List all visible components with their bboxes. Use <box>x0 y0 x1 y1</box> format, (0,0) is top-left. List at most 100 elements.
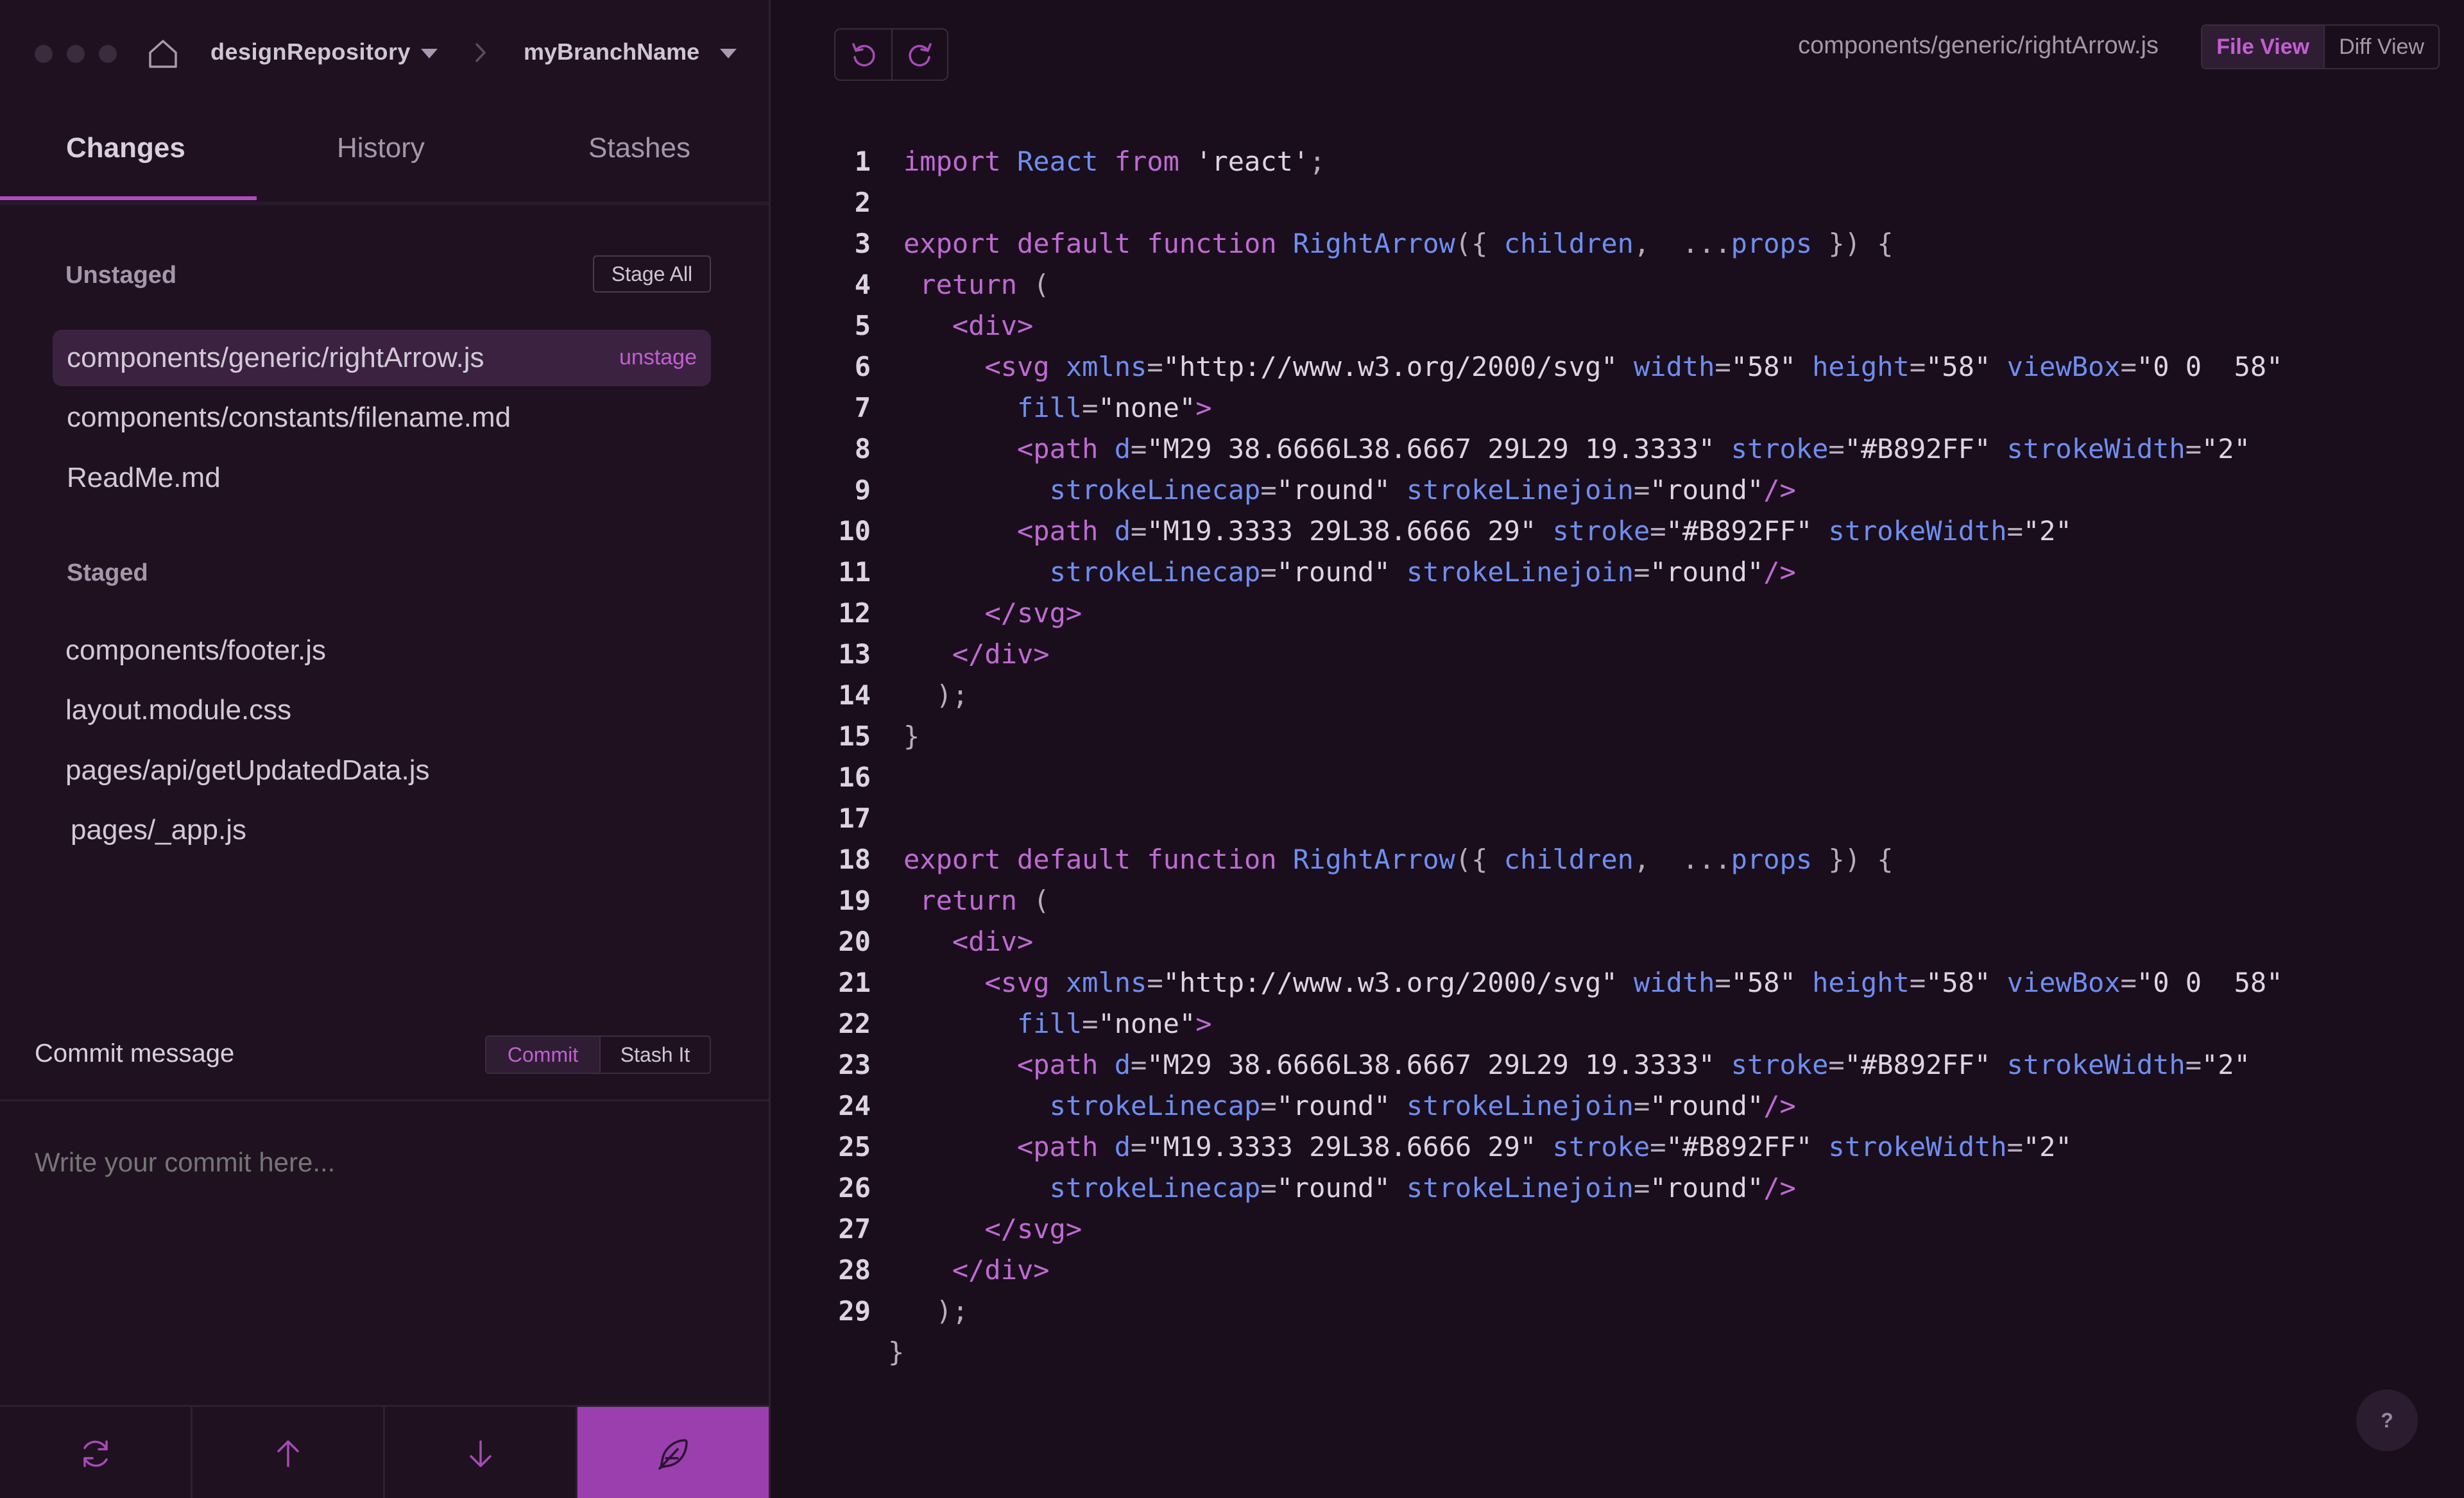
line-number: 28 <box>838 1254 871 1286</box>
undo-icon <box>851 43 875 67</box>
code-editor[interactable]: 1 import React from 'react'; 2 3 export defa… <box>771 141 2464 1373</box>
app-window: designRepository myBranchName Changes Hi… <box>0 0 2464 1498</box>
unstaged-file-item[interactable]: ReadMe.md <box>53 450 711 506</box>
line-number: 27 <box>838 1213 871 1245</box>
code-line: 13 </div> <box>771 634 2464 675</box>
code-line: 9 strokeLinecap="round" strokeLinejoin="… <box>771 470 2464 511</box>
line-number: 11 <box>838 556 871 588</box>
line-content: <path d="M29 38.6666L38.6667 29L29 19.33… <box>1017 1049 2250 1080</box>
undo-button[interactable] <box>835 30 891 80</box>
bottom-action-bar <box>0 1405 769 1498</box>
code-line: 29 ); <box>771 1291 2464 1332</box>
code-line: 10 <path d="M19.3333 29L38.6666 29" stro… <box>771 511 2464 552</box>
line-content: export default function RightArrow({ chi… <box>903 844 1894 875</box>
file-view-button[interactable]: File View <box>2202 26 2324 68</box>
divider <box>0 1100 769 1102</box>
home-icon[interactable] <box>146 37 180 71</box>
sync-button[interactable] <box>0 1407 193 1498</box>
line-content: </div> <box>952 638 1050 670</box>
editor-panel: components/generic/rightArrow.js File Vi… <box>771 0 2464 1498</box>
help-button[interactable]: ? <box>2356 1390 2418 1451</box>
code-line: 22 fill="none"> <box>771 1003 2464 1044</box>
staged-file-item[interactable]: layout.module.css <box>51 682 710 738</box>
line-content: } <box>903 720 920 752</box>
push-up-arrow-icon <box>277 1440 299 1467</box>
branch-chevron-down-icon[interactable] <box>720 49 737 58</box>
staged-file-item[interactable]: components/footer.js <box>51 622 710 679</box>
file-name: pages/api/getUpdatedData.js <box>65 754 430 786</box>
code-line: 19 return ( <box>771 880 2464 921</box>
line-number: 7 <box>854 392 871 423</box>
line-number: 9 <box>854 474 871 506</box>
branch-selector[interactable]: myBranchName <box>524 38 699 65</box>
code-line: 28 </div> <box>771 1250 2464 1291</box>
code-line: 14 ); <box>771 675 2464 716</box>
active-tab-indicator <box>0 196 257 200</box>
line-content: strokeLinecap="round" strokeLinejoin="ro… <box>1049 474 1796 506</box>
repo-selector[interactable]: designRepository <box>210 38 411 65</box>
commit-button[interactable]: Commit <box>486 1037 599 1073</box>
line-number: 21 <box>838 967 871 998</box>
commit-action-toggle: Commit Stash It <box>485 1035 711 1074</box>
staged-file-item[interactable]: pages/api/getUpdatedData.js <box>51 742 710 799</box>
line-content: import React from 'react'; <box>903 146 1326 177</box>
line-content: strokeLinecap="round" strokeLinejoin="ro… <box>1049 1172 1796 1204</box>
code-line: 7 fill="none"> <box>771 387 2464 429</box>
unstage-button[interactable]: unstage <box>619 345 697 370</box>
tab-history[interactable]: History <box>337 132 425 164</box>
repo-chevron-down-icon[interactable] <box>421 49 438 58</box>
code-line: 23 <path d="M29 38.6666L38.6667 29L29 19… <box>771 1044 2464 1085</box>
code-line: 11 strokeLinecap="round" strokeLinejoin=… <box>771 552 2464 593</box>
code-line: 16 <box>771 757 2464 798</box>
commit-message-input[interactable] <box>35 1147 740 1178</box>
unstaged-file-item[interactable]: components/generic/rightArrow.js unstage <box>53 330 711 386</box>
code-line: 12 </svg> <box>771 593 2464 634</box>
commit-message-label: Commit message <box>35 1039 235 1068</box>
line-number: 19 <box>838 885 871 916</box>
line-number: 26 <box>838 1172 871 1204</box>
code-line: 2 <box>771 182 2464 223</box>
code-line: 24 strokeLinecap="round" strokeLinejoin=… <box>771 1085 2464 1127</box>
code-line: 18 export default function RightArrow({ c… <box>771 839 2464 880</box>
staged-file-item[interactable]: pages/_app.js <box>56 802 715 858</box>
stage-all-button[interactable]: Stage All <box>593 255 711 293</box>
tab-stashes[interactable]: Stashes <box>588 132 690 164</box>
pull-down-arrow-icon <box>469 1440 492 1467</box>
line-number: 15 <box>838 720 871 752</box>
window-maximize-dot[interactable] <box>99 45 117 63</box>
line-number: 1 <box>854 146 871 177</box>
line-content: <path d="M29 38.6666L38.6667 29L29 19.33… <box>1017 433 2250 464</box>
line-number: 10 <box>838 515 871 547</box>
line-number: 13 <box>838 638 871 670</box>
file-name: pages/_app.js <box>71 814 246 846</box>
code-line: 4 return ( <box>771 264 2464 305</box>
diff-view-button[interactable]: Diff View <box>2323 26 2438 68</box>
line-number: 5 <box>854 310 871 341</box>
code-line: 26 strokeLinecap="round" strokeLinejoin=… <box>771 1168 2464 1209</box>
line-content: } <box>888 1336 905 1368</box>
push-button[interactable] <box>193 1407 385 1498</box>
line-content: </svg> <box>984 597 1082 629</box>
line-number: 18 <box>838 844 871 875</box>
line-content: ); <box>903 679 969 711</box>
pull-button[interactable] <box>385 1407 578 1498</box>
line-number: 17 <box>838 803 871 834</box>
line-content: </svg> <box>984 1213 1082 1245</box>
tab-changes[interactable]: Changes <box>66 132 185 164</box>
window-close-dot[interactable] <box>35 45 53 63</box>
code-line: 25 <path d="M19.3333 29L38.6666 29" stro… <box>771 1127 2464 1168</box>
line-content: strokeLinecap="round" strokeLinejoin="ro… <box>1049 1090 1796 1121</box>
unstaged-file-item[interactable]: components/constants/filename.md <box>53 389 711 446</box>
redo-button[interactable] <box>891 30 947 80</box>
window-minimize-dot[interactable] <box>67 45 85 63</box>
tab-bar: Changes History Stashes <box>0 105 769 205</box>
stash-button[interactable]: Stash It <box>599 1037 710 1073</box>
sidebar-panel: designRepository myBranchName Changes Hi… <box>0 0 771 1498</box>
line-content: <path d="M19.3333 29L38.6666 29" stroke=… <box>1017 515 2072 547</box>
code-line: } <box>771 1332 2464 1373</box>
code-line: 5 <div> <box>771 305 2464 346</box>
line-number: 8 <box>854 433 871 464</box>
code-line: 21 <svg xmlns="http://www.w3.org/2000/sv… <box>771 962 2464 1003</box>
commit-feather-button[interactable] <box>578 1407 769 1498</box>
file-name: components/generic/rightArrow.js <box>67 342 484 373</box>
